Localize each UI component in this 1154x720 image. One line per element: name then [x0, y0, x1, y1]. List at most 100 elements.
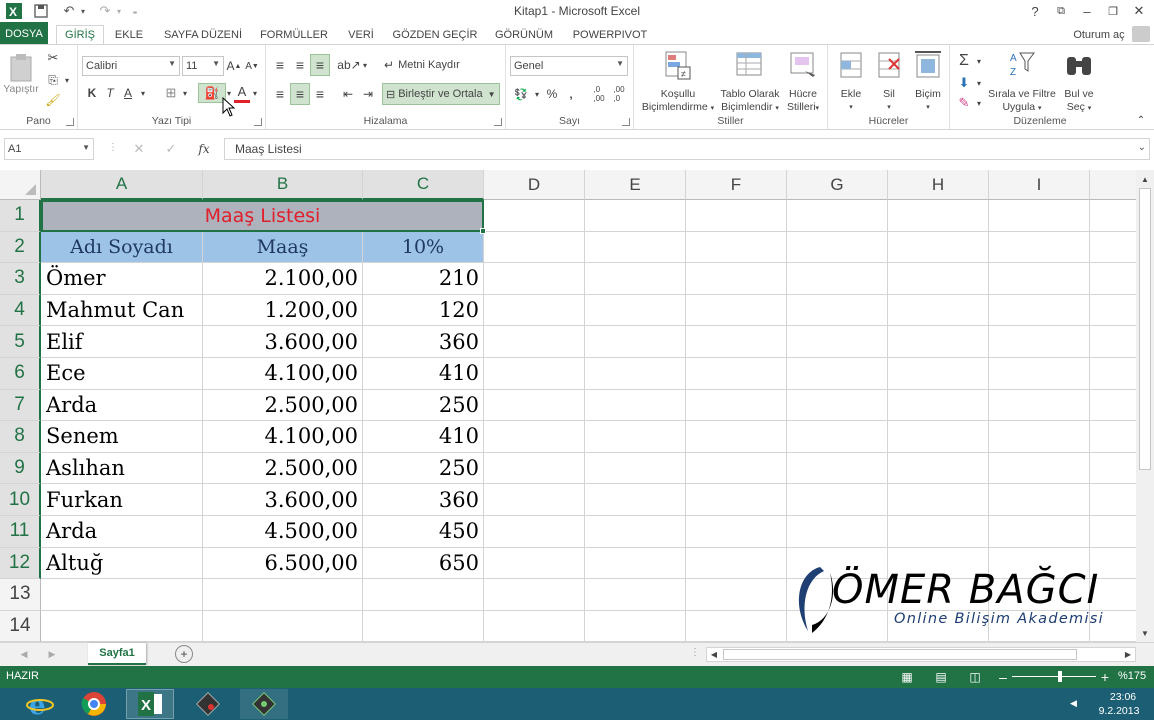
collapse-ribbon-icon[interactable]: ⌃ — [1134, 113, 1148, 127]
clear-dropdown-icon[interactable]: ▾ — [974, 95, 984, 111]
cell[interactable] — [484, 547, 585, 580]
cell[interactable] — [585, 516, 686, 548]
font-color-dropdown-icon[interactable]: ▾ — [250, 83, 260, 103]
cell[interactable] — [484, 263, 585, 295]
cell[interactable] — [787, 358, 888, 390]
zoom-out-icon[interactable]: – — [996, 668, 1010, 686]
cell[interactable] — [686, 326, 787, 358]
shrink-font-icon[interactable]: A ▼ — [244, 56, 260, 76]
cell[interactable] — [363, 579, 484, 611]
tab-sayfa-duzeni[interactable]: SAYFA DÜZENİ — [158, 25, 248, 45]
scroll-left-icon[interactable]: ◀ — [707, 648, 721, 661]
column-header-b[interactable]: B — [203, 170, 363, 200]
tab-formuller[interactable]: FORMÜLLER — [256, 25, 332, 45]
row-header[interactable]: 11 — [0, 516, 41, 548]
column-header-g[interactable]: G — [787, 170, 888, 200]
cell[interactable] — [41, 579, 203, 611]
tab-split-handle[interactable]: ⋮ — [690, 647, 700, 658]
cell[interactable] — [787, 200, 888, 232]
fill-dropdown-icon[interactable]: ▾ — [974, 73, 984, 93]
cell[interactable] — [989, 294, 1090, 327]
cell[interactable] — [41, 610, 203, 642]
page-break-view-icon[interactable]: ◫ — [966, 668, 984, 686]
data-cell[interactable]: Aslıhan — [41, 452, 203, 485]
zoom-level[interactable]: %175 — [1118, 670, 1146, 682]
ie-icon[interactable]: e — [16, 689, 64, 719]
font-name-combo[interactable]: Calibri ▼ — [82, 56, 180, 76]
cell[interactable] — [484, 200, 585, 232]
orientation-icon[interactable]: ab↗ — [337, 54, 360, 76]
scroll-down-icon[interactable]: ▼ — [1138, 626, 1152, 640]
tab-giris[interactable]: GİRİŞ — [56, 25, 104, 45]
sheet-prev-icon[interactable]: ◀ — [16, 646, 32, 662]
cell[interactable] — [1090, 263, 1136, 295]
zoom-slider-thumb[interactable] — [1058, 671, 1062, 682]
fill-icon[interactable]: ⬇ — [954, 73, 974, 93]
header-cell[interactable]: Maaş — [203, 231, 363, 264]
row-header[interactable]: 9 — [0, 452, 41, 485]
cell[interactable] — [888, 389, 989, 422]
header-cell[interactable]: 10% — [363, 231, 484, 264]
cell[interactable] — [888, 231, 989, 264]
data-cell[interactable]: Arda — [41, 516, 203, 548]
data-cell[interactable]: 250 — [363, 452, 484, 485]
cell[interactable] — [888, 263, 989, 295]
column-header-c[interactable]: C — [363, 170, 484, 200]
row-header[interactable]: 8 — [0, 421, 41, 453]
align-center-icon[interactable]: ≡ — [290, 83, 310, 105]
cell[interactable] — [989, 200, 1090, 232]
cell[interactable] — [888, 358, 989, 390]
row-header[interactable]: 7 — [0, 389, 41, 422]
app2-icon[interactable] — [240, 689, 288, 719]
merge-center-button[interactable]: ⊟ Birleştir ve Ortala ▼ — [382, 83, 500, 105]
close-icon[interactable]: ✕ — [1126, 0, 1152, 22]
tab-dosya[interactable]: DOSYA — [0, 22, 48, 45]
column-header-e[interactable]: E — [585, 170, 686, 200]
cell[interactable] — [989, 452, 1090, 485]
formula-input[interactable]: Maaş Listesi ⌄ — [224, 138, 1150, 160]
data-cell[interactable]: 3.600,00 — [203, 484, 363, 516]
cell[interactable] — [484, 610, 585, 642]
autosum-icon[interactable]: Σ — [954, 51, 974, 71]
cell[interactable] — [585, 263, 686, 295]
cell[interactable] — [484, 358, 585, 390]
cell[interactable] — [686, 452, 787, 485]
app-icon[interactable] — [184, 689, 232, 719]
data-cell[interactable]: 250 — [363, 389, 484, 422]
cell[interactable] — [787, 516, 888, 548]
vertical-scroll-thumb[interactable] — [1139, 188, 1151, 470]
font-launcher-icon[interactable] — [254, 118, 262, 126]
column-header-h[interactable]: H — [888, 170, 989, 200]
data-cell[interactable]: Furkan — [41, 484, 203, 516]
cell[interactable] — [585, 294, 686, 327]
increase-indent-icon[interactable]: ⇥ — [358, 83, 378, 105]
data-cell[interactable]: 410 — [363, 421, 484, 453]
cell[interactable] — [989, 326, 1090, 358]
horizontal-scrollbar[interactable]: ◀ ▶ — [706, 647, 1136, 662]
cell[interactable] — [888, 452, 989, 485]
cell[interactable] — [363, 610, 484, 642]
data-cell[interactable]: 2.500,00 — [203, 452, 363, 485]
cell[interactable] — [1090, 390, 1136, 422]
cell[interactable] — [585, 421, 686, 453]
cell[interactable] — [585, 579, 686, 611]
data-cell[interactable]: Arda — [41, 389, 203, 422]
clear-icon[interactable]: ✎ — [954, 95, 974, 111]
cell[interactable] — [203, 610, 363, 642]
font-size-combo[interactable]: 11 ▼ — [182, 56, 224, 76]
cut-icon[interactable]: ✂ — [44, 49, 62, 67]
data-cell[interactable]: 4.100,00 — [203, 358, 363, 390]
data-cell[interactable]: 4.100,00 — [203, 421, 363, 453]
cell[interactable] — [888, 200, 989, 232]
insert-cells-button[interactable]: Ekle ▾ — [832, 49, 870, 114]
grow-font-icon[interactable]: A ▲ — [226, 56, 242, 76]
cell[interactable] — [484, 484, 585, 516]
cell[interactable] — [1090, 200, 1136, 232]
select-all-corner[interactable] — [0, 170, 41, 200]
cell[interactable] — [686, 389, 787, 422]
cell-styles-button[interactable]: Hücre Stilleri▾ — [780, 49, 826, 115]
cell[interactable] — [787, 421, 888, 453]
border-icon[interactable]: ⊞ — [162, 83, 180, 103]
cell[interactable] — [484, 516, 585, 548]
data-cell[interactable]: Altuğ — [41, 547, 203, 580]
